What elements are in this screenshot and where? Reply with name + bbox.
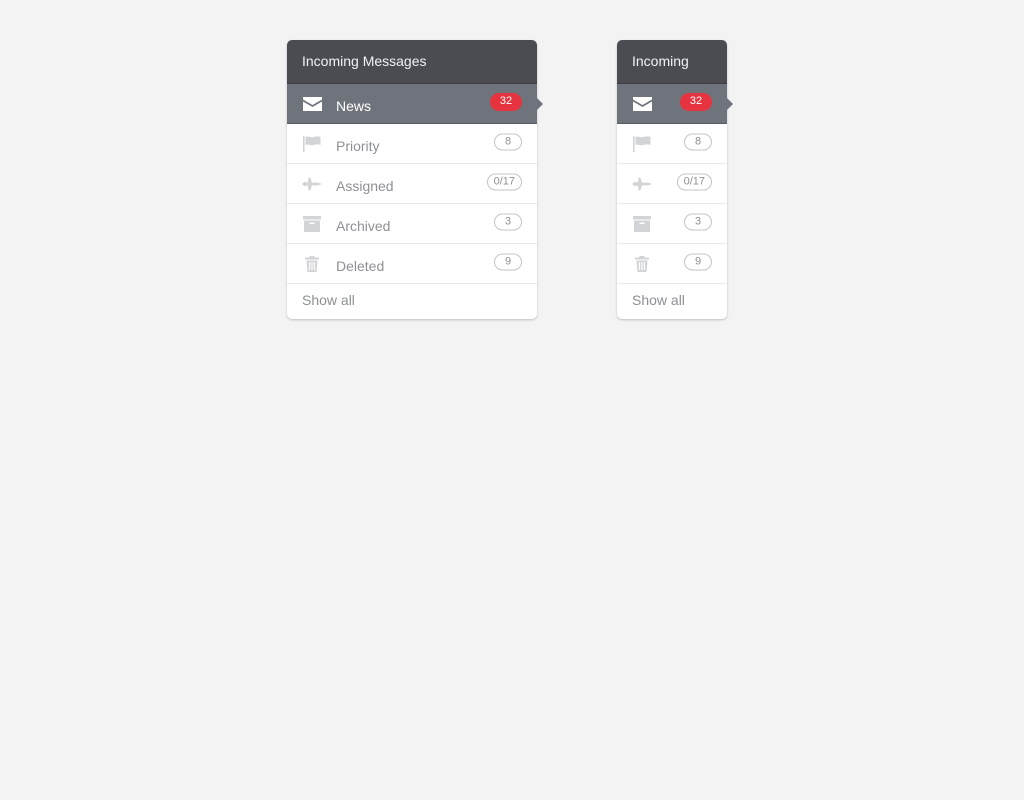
- trash-icon: [302, 255, 322, 272]
- menu-item-assigned[interactable]: Assigned 0/17: [287, 164, 537, 204]
- count-badge: 0/17: [486, 173, 522, 190]
- panel-title: Incoming: [617, 40, 727, 84]
- flag-icon: [302, 135, 322, 152]
- menu-item-deleted[interactable]: 9: [617, 244, 727, 284]
- messages-panel-wide: Incoming Messages News 32 Priority 8 Ass…: [287, 40, 543, 319]
- archive-box-icon: [632, 215, 652, 232]
- menu-item-label: News: [336, 97, 372, 114]
- menu-item-news[interactable]: News 32: [287, 84, 543, 124]
- count-badge: 0/17: [676, 173, 712, 190]
- menu-item-assigned[interactable]: 0/17: [617, 164, 727, 204]
- menu-item-archived[interactable]: Archived 3: [287, 204, 537, 244]
- menu-item-archived[interactable]: 3: [617, 204, 727, 244]
- messages-panel-narrow: Incoming 32 8 0/17 3 9 Show all: [617, 40, 733, 319]
- count-badge: 9: [494, 253, 522, 270]
- envelope-icon: [632, 96, 652, 112]
- menu-item-label: Archived: [336, 217, 391, 234]
- archive-box-icon: [302, 215, 322, 232]
- panel-title: Incoming Messages: [287, 40, 537, 84]
- count-badge: 3: [684, 213, 712, 230]
- menu-item-news[interactable]: 32: [617, 84, 733, 124]
- flag-icon: [632, 135, 652, 152]
- count-badge: 32: [490, 92, 522, 111]
- jet-icon: [302, 176, 322, 192]
- envelope-icon: [302, 96, 322, 112]
- count-badge: 3: [494, 213, 522, 230]
- count-badge: 8: [494, 133, 522, 150]
- menu-item-label: Deleted: [336, 257, 385, 274]
- show-all-link[interactable]: Show all: [617, 284, 727, 319]
- count-badge: 9: [684, 253, 712, 270]
- menu-item-deleted[interactable]: Deleted 9: [287, 244, 537, 284]
- menu-item-priority[interactable]: 8: [617, 124, 727, 164]
- trash-icon: [632, 255, 652, 272]
- count-badge: 32: [680, 92, 712, 111]
- jet-icon: [632, 176, 652, 192]
- menu-item-priority[interactable]: Priority 8: [287, 124, 537, 164]
- show-all-link[interactable]: Show all: [287, 284, 537, 319]
- menu-item-label: Priority: [336, 137, 380, 154]
- count-badge: 8: [684, 133, 712, 150]
- menu-item-label: Assigned: [336, 177, 394, 194]
